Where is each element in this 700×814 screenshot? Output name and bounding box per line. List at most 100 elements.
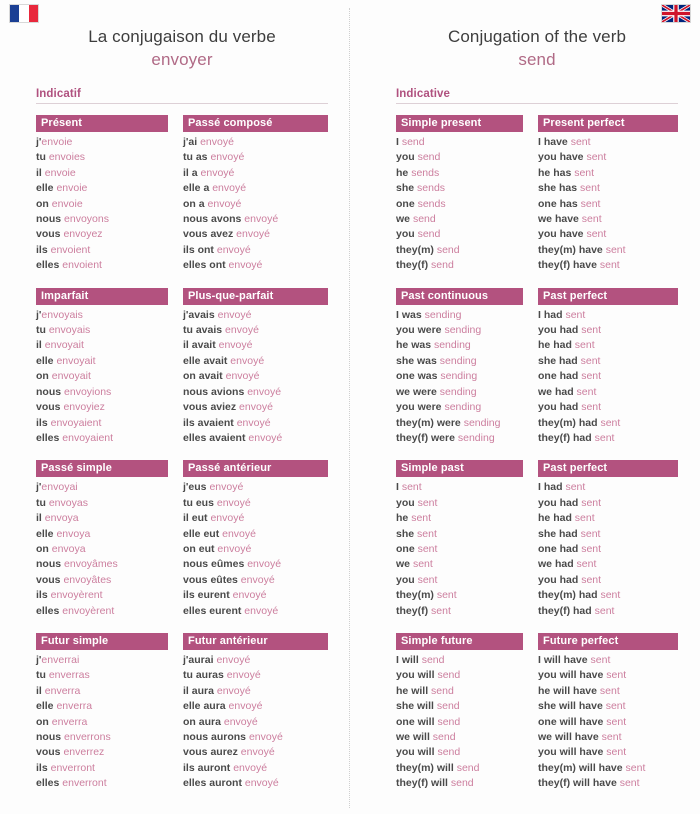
verb-form: sent bbox=[581, 213, 602, 226]
conjugation-list: I have sent you have sent he has sent she h… bbox=[538, 135, 678, 274]
pronoun: I bbox=[396, 136, 399, 148]
conjugation-row: nous envoyâmes bbox=[36, 557, 168, 572]
pronoun: you bbox=[538, 746, 557, 759]
auxiliary: have bbox=[578, 243, 603, 256]
verb-form: send bbox=[417, 151, 441, 164]
conjugation-list: I send you send he sends she sends one sends… bbox=[396, 135, 523, 274]
conjugation-row: ils ont envoyé bbox=[183, 243, 328, 258]
conjugation-row: elle aura envoyé bbox=[183, 699, 328, 714]
conjugation-row: il avait envoyé bbox=[183, 338, 328, 353]
auxiliary: had bbox=[559, 496, 579, 509]
pronoun: I bbox=[396, 308, 399, 321]
conjugation-row: il envoie bbox=[36, 166, 168, 181]
tense-block: Futur simple j'enverrai tu enverras il enve… bbox=[36, 632, 182, 792]
tense-header: Simple past bbox=[396, 460, 523, 478]
verb-form: envoyait bbox=[56, 354, 96, 367]
verb-form: sent bbox=[606, 715, 627, 728]
auxiliary: had bbox=[559, 527, 578, 540]
pronoun: we bbox=[538, 385, 553, 398]
verb-form: sent bbox=[565, 308, 586, 321]
pronoun: ils bbox=[183, 416, 195, 429]
pronoun: he bbox=[396, 684, 409, 697]
pronoun: vous bbox=[183, 401, 208, 414]
tense-block: Imparfait j'envoyais tu envoyais il envoyai… bbox=[36, 287, 182, 447]
conjugation-row: one will have sent bbox=[538, 715, 678, 730]
conjugation-row: on eut envoyé bbox=[183, 542, 328, 557]
auxiliary: avait bbox=[203, 354, 228, 367]
conjugation-row: she will send bbox=[396, 699, 523, 714]
verb-form: envoyé bbox=[216, 653, 251, 666]
conjugation-row: they(m) had sent bbox=[538, 588, 678, 603]
verb-form: envoyé bbox=[216, 684, 251, 697]
auxiliary: will have bbox=[559, 700, 603, 713]
pronoun: tu bbox=[183, 151, 193, 164]
conjugation-row: elle a envoyé bbox=[183, 181, 328, 196]
auxiliary: will have bbox=[578, 761, 623, 774]
pronoun: tu bbox=[36, 151, 46, 164]
pronoun: vous bbox=[36, 746, 61, 759]
conjugation-row: he had sent bbox=[538, 511, 678, 526]
pronoun: they(f) bbox=[396, 259, 429, 272]
conjugation-row: they(f) sent bbox=[396, 604, 523, 619]
pronoun: one bbox=[538, 197, 557, 210]
auxiliary: was bbox=[417, 354, 437, 367]
tense-header: Futur simple bbox=[36, 632, 168, 650]
auxiliary: ont bbox=[197, 243, 214, 256]
verb-form: envoyé bbox=[212, 182, 247, 195]
conjugation-row: you will have sent bbox=[538, 745, 678, 760]
tense-block: Futur antérieur j'aurai envoyé tu auras en… bbox=[182, 632, 328, 792]
tense-header: Futur antérieur bbox=[183, 632, 328, 650]
pronoun: il bbox=[36, 166, 42, 179]
tense-block: Simple past I sent you sent he sent she sent… bbox=[396, 460, 537, 619]
pronoun: she bbox=[538, 354, 557, 367]
pronoun: they(m) bbox=[538, 761, 576, 774]
auxiliary: had bbox=[559, 354, 578, 367]
verb-form: sent bbox=[600, 589, 621, 602]
verb-form: sent bbox=[574, 512, 595, 525]
auxiliary: will bbox=[417, 746, 435, 759]
verb-form: envoyons bbox=[64, 213, 109, 226]
conjugation-list: j'ai envoyé tu as envoyé il a envoyé elle a… bbox=[183, 135, 328, 274]
pronoun: j'aurai bbox=[183, 653, 214, 666]
pronoun: one bbox=[396, 370, 415, 383]
conjugation-row: j'enverrai bbox=[36, 653, 168, 668]
tense-block: Simple present I send you send he sends she … bbox=[396, 115, 537, 274]
tense-header: Simple future bbox=[396, 632, 523, 650]
tense-header: Future perfect bbox=[538, 632, 678, 650]
pronoun: elle bbox=[36, 527, 54, 540]
pronoun: elles bbox=[36, 604, 60, 617]
verb-form: sent bbox=[606, 746, 627, 759]
auxiliary: will have bbox=[559, 715, 604, 728]
auxiliary: will bbox=[411, 684, 429, 697]
conjugation-row: elles ont envoyé bbox=[183, 258, 328, 273]
verb-form: sent bbox=[581, 496, 602, 509]
conjugation-row: ils eurent envoyé bbox=[183, 588, 328, 603]
pronoun: they(m) bbox=[396, 761, 434, 774]
tense-header: Present perfect bbox=[538, 115, 678, 132]
verb-form: sent bbox=[601, 731, 622, 743]
auxiliary: will bbox=[412, 731, 430, 743]
pronoun: on bbox=[183, 542, 196, 555]
auxiliary: a bbox=[198, 197, 205, 210]
auxiliary: will have bbox=[559, 669, 604, 682]
auxiliary: had bbox=[559, 370, 579, 383]
conjugation-row: we had sent bbox=[538, 557, 678, 572]
pronoun: il bbox=[36, 512, 42, 525]
verb-form: envoyé bbox=[228, 700, 263, 713]
auxiliary: will bbox=[431, 777, 448, 790]
verb-form: send bbox=[436, 243, 460, 256]
verb-form: envoie bbox=[44, 166, 76, 179]
auxiliary: eus bbox=[195, 496, 214, 509]
pronoun: elle bbox=[183, 182, 201, 195]
conjugation-row: she sends bbox=[396, 181, 523, 196]
verb-form: send bbox=[450, 777, 474, 790]
conjugation-row: vous avez envoyé bbox=[183, 227, 328, 242]
pronoun: we bbox=[538, 213, 553, 226]
pronoun: they(m) bbox=[538, 589, 576, 602]
conjugation-row: he will have sent bbox=[538, 684, 678, 699]
english-column: Conjugation of the verb send Indicative … bbox=[350, 0, 700, 814]
verb-form: sent bbox=[590, 653, 611, 666]
pronoun: he bbox=[538, 166, 551, 179]
verb-form: sending bbox=[444, 401, 482, 414]
tense-block: Past perfect I had sent you had sent he had… bbox=[537, 287, 678, 447]
